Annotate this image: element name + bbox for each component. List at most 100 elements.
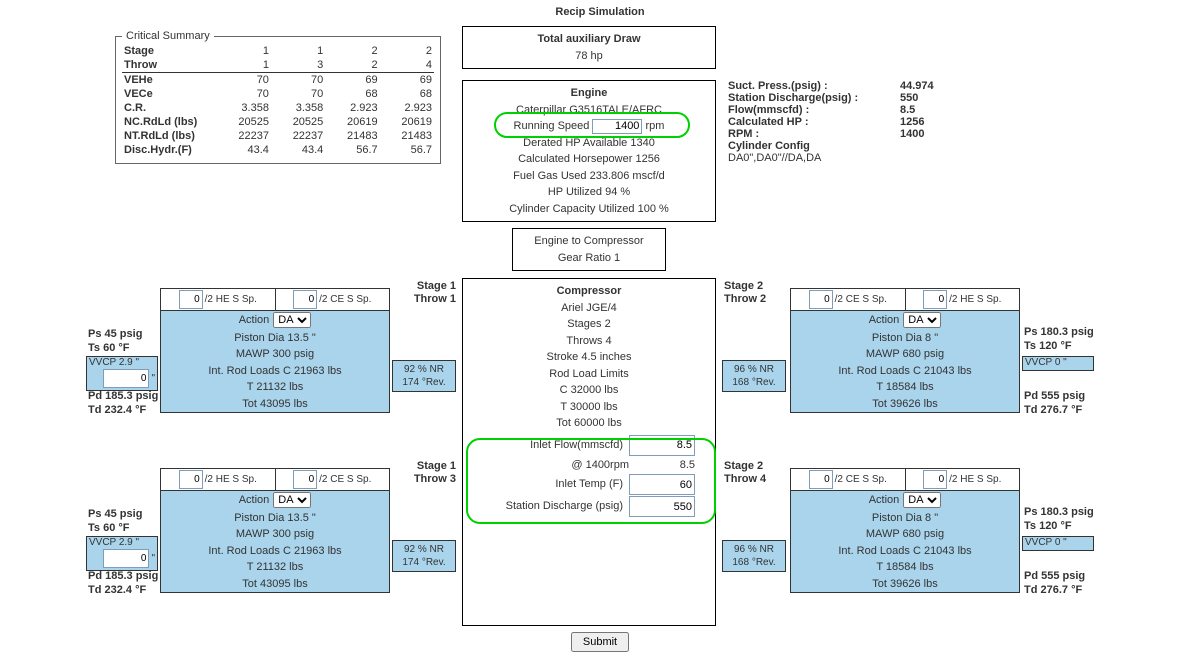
engine-box: Engine Caterpillar G3516TALE/AFRC Runnin… bbox=[462, 80, 716, 222]
throw-1-block: /2 HE S Sp. /2 CE S Sp. Action DA Piston… bbox=[160, 288, 390, 413]
throw3-ce-input[interactable] bbox=[293, 470, 317, 489]
engine-hputil: HP Utilized 94 % bbox=[469, 184, 709, 201]
throw3-ce: /2 CE S Sp. bbox=[276, 469, 390, 491]
station-discharge-label: Station Discharge (psig) bbox=[483, 498, 623, 515]
throw4-ce: /2 CE S Sp. bbox=[791, 469, 906, 491]
throw1-action-select[interactable]: DA bbox=[273, 312, 311, 328]
cs-disch-label: Disc.Hydr.(F) bbox=[122, 143, 217, 157]
throw3-vvcp: VVCP 2.9 " " bbox=[86, 536, 158, 571]
throw3-ps-ts: Ps 45 psigTs 60 °F bbox=[88, 508, 142, 536]
inlet-temp-label: Inlet Temp (F) bbox=[483, 476, 623, 493]
cs-ntrdld-label: NT.RdLd (lbs) bbox=[122, 129, 217, 143]
throw3-vvcp-input[interactable] bbox=[103, 549, 149, 568]
inlet-flow-atrpm-val: 8.5 bbox=[635, 457, 695, 474]
throw4-action-select[interactable]: DA bbox=[903, 492, 941, 508]
aux-value: 78 hp bbox=[469, 48, 709, 65]
throw3-side-note: 92 % NR174 °Rev. bbox=[392, 540, 456, 572]
compressor-tot: Tot 60000 lbs bbox=[469, 415, 709, 432]
compressor-model: Ariel JGE/4 bbox=[469, 300, 709, 317]
critical-summary: Critical Summary Stage 1 1 2 2 Throw 1 3… bbox=[115, 30, 441, 164]
critical-legend: Critical Summary bbox=[122, 30, 214, 42]
cs-vece-label: VECe bbox=[122, 87, 217, 101]
engine-title: Engine bbox=[469, 85, 709, 102]
cylinder-box-throw2: /2 CE S Sp. /2 HE S Sp. Action DA Piston… bbox=[790, 288, 1020, 413]
engine-model: Caterpillar G3516TALE/AFRC bbox=[469, 102, 709, 119]
throw4-ce-input[interactable] bbox=[809, 470, 833, 489]
throw4-side-note: 96 % NR168 °Rev. bbox=[722, 540, 786, 572]
throw4-ps-ts: Ps 180.3 psigTs 120 °F bbox=[1024, 506, 1094, 534]
throw4-he: /2 HE S Sp. bbox=[906, 469, 1020, 491]
throw-2-block: /2 CE S Sp. /2 HE S Sp. Action DA Piston… bbox=[790, 288, 1020, 413]
throw1-pd-td: Pd 185.3 psigTd 232.4 °F bbox=[88, 390, 158, 418]
compressor-rodload-title: Rod Load Limits bbox=[469, 366, 709, 383]
compressor-c: C 32000 lbs bbox=[469, 382, 709, 399]
throw3-pd-td: Pd 185.3 psigTd 232.4 °F bbox=[88, 570, 158, 598]
running-speed-input[interactable] bbox=[592, 119, 642, 134]
running-speed-unit: rpm bbox=[646, 120, 665, 132]
running-speed-label: Running Speed bbox=[514, 120, 590, 132]
compressor-t: T 30000 lbs bbox=[469, 399, 709, 416]
compressor-stroke: Stroke 4.5 inches bbox=[469, 349, 709, 366]
throw3-he: /2 HE S Sp. bbox=[161, 469, 276, 491]
throw1-vvcp: VVCP 2.9 " " bbox=[86, 356, 158, 391]
throw1-he-input[interactable] bbox=[179, 290, 203, 309]
aux-draw-box: Total auxiliary Draw 78 hp bbox=[462, 26, 716, 69]
critical-table: Stage 1 1 2 2 Throw 1 3 2 4 VEHe 70 70 bbox=[122, 44, 434, 157]
inlet-flow-label: Inlet Flow(mmscfd) bbox=[483, 437, 623, 454]
throw2-action-select[interactable]: DA bbox=[903, 312, 941, 328]
submit-button[interactable]: Submit bbox=[571, 632, 629, 652]
compressor-box: Compressor Ariel JGE/4 Stages 2 Throws 4… bbox=[462, 278, 716, 626]
compressor-stages: Stages 2 bbox=[469, 316, 709, 333]
throw2-pd-td: Pd 555 psigTd 276.7 °F bbox=[1024, 390, 1085, 418]
throw2-ps-ts: Ps 180.3 psigTs 120 °F bbox=[1024, 326, 1094, 354]
engine-calchp: Calculated Horsepower 1256 bbox=[469, 151, 709, 168]
throw4-vvcp: VVCP 0 " bbox=[1022, 536, 1094, 551]
throw-3-block: /2 HE S Sp. /2 CE S Sp. Action DA Piston… bbox=[160, 468, 390, 593]
cylinder-box-throw4: /2 CE S Sp. /2 HE S Sp. Action DA Piston… bbox=[790, 468, 1020, 593]
throw2-he: /2 HE S Sp. bbox=[906, 289, 1020, 311]
hdr-stage2-throw4: Stage 2Throw 4 bbox=[724, 460, 780, 486]
throw3-he-input[interactable] bbox=[179, 470, 203, 489]
hdr-stage1-throw1: Stage 1Throw 1 bbox=[400, 280, 456, 306]
throw2-he-input[interactable] bbox=[923, 290, 947, 309]
gearbox-box: Engine to Compressor Gear Ratio 1 bbox=[512, 228, 666, 271]
throw3-action-select[interactable]: DA bbox=[273, 492, 311, 508]
cylinder-box-throw3: /2 HE S Sp. /2 CE S Sp. Action DA Piston… bbox=[160, 468, 390, 593]
engine-fuel: Fuel Gas Used 233.806 mscf/d bbox=[469, 168, 709, 185]
inlet-flow-input[interactable] bbox=[629, 435, 695, 456]
throw4-pd-td: Pd 555 psigTd 276.7 °F bbox=[1024, 570, 1085, 598]
cs-throw-label: Throw bbox=[122, 58, 217, 73]
side-stats: Suct. Press.(psig) :44.974 Station Disch… bbox=[728, 80, 1008, 164]
engine-running-speed-row: Running Speed rpm bbox=[469, 118, 709, 135]
throw-4-block: /2 CE S Sp. /2 HE S Sp. Action DA Piston… bbox=[790, 468, 1020, 593]
hdr-stage2-throw2: Stage 2Throw 2 bbox=[724, 280, 780, 306]
cs-cr-label: C.R. bbox=[122, 101, 217, 115]
throw1-ce: /2 CE S Sp. bbox=[276, 289, 390, 311]
throw1-vvcp-input[interactable] bbox=[103, 369, 149, 388]
aux-title: Total auxiliary Draw bbox=[469, 31, 709, 48]
inlet-temp-input[interactable] bbox=[629, 474, 695, 495]
hdr-stage1-throw3: Stage 1Throw 3 bbox=[400, 460, 456, 486]
compressor-title: Compressor bbox=[469, 283, 709, 300]
compressor-throws: Throws 4 bbox=[469, 333, 709, 350]
gearbox-l1: Engine to Compressor bbox=[519, 233, 659, 250]
throw1-ps-ts: Ps 45 psigTs 60 °F bbox=[88, 328, 142, 356]
throw1-ce-input[interactable] bbox=[293, 290, 317, 309]
cs-vehe-label: VEHe bbox=[122, 73, 217, 88]
throw1-he: /2 HE S Sp. bbox=[161, 289, 276, 311]
throw4-he-input[interactable] bbox=[923, 470, 947, 489]
throw2-side-note: 96 % NR168 °Rev. bbox=[722, 360, 786, 392]
throw2-ce-input[interactable] bbox=[809, 290, 833, 309]
cylinder-box-throw1: /2 HE S Sp. /2 CE S Sp. Action DA Piston… bbox=[160, 288, 390, 413]
throw2-vvcp: VVCP 0 " bbox=[1022, 356, 1094, 371]
station-discharge-input[interactable] bbox=[629, 496, 695, 517]
page-title: Recip Simulation bbox=[0, 6, 1200, 18]
engine-cylcap: Cylinder Capacity Utilized 100 % bbox=[469, 201, 709, 218]
cs-ncrdld-label: NC.RdLd (lbs) bbox=[122, 115, 217, 129]
throw2-ce: /2 CE S Sp. bbox=[791, 289, 906, 311]
throw1-side-note: 92 % NR174 °Rev. bbox=[392, 360, 456, 392]
gearbox-l2: Gear Ratio 1 bbox=[519, 250, 659, 267]
inlet-flow-atrpm: @ 1400rpm bbox=[489, 457, 629, 474]
cs-stage-label: Stage bbox=[122, 44, 217, 58]
engine-derated: Derated HP Available 1340 bbox=[469, 135, 709, 152]
